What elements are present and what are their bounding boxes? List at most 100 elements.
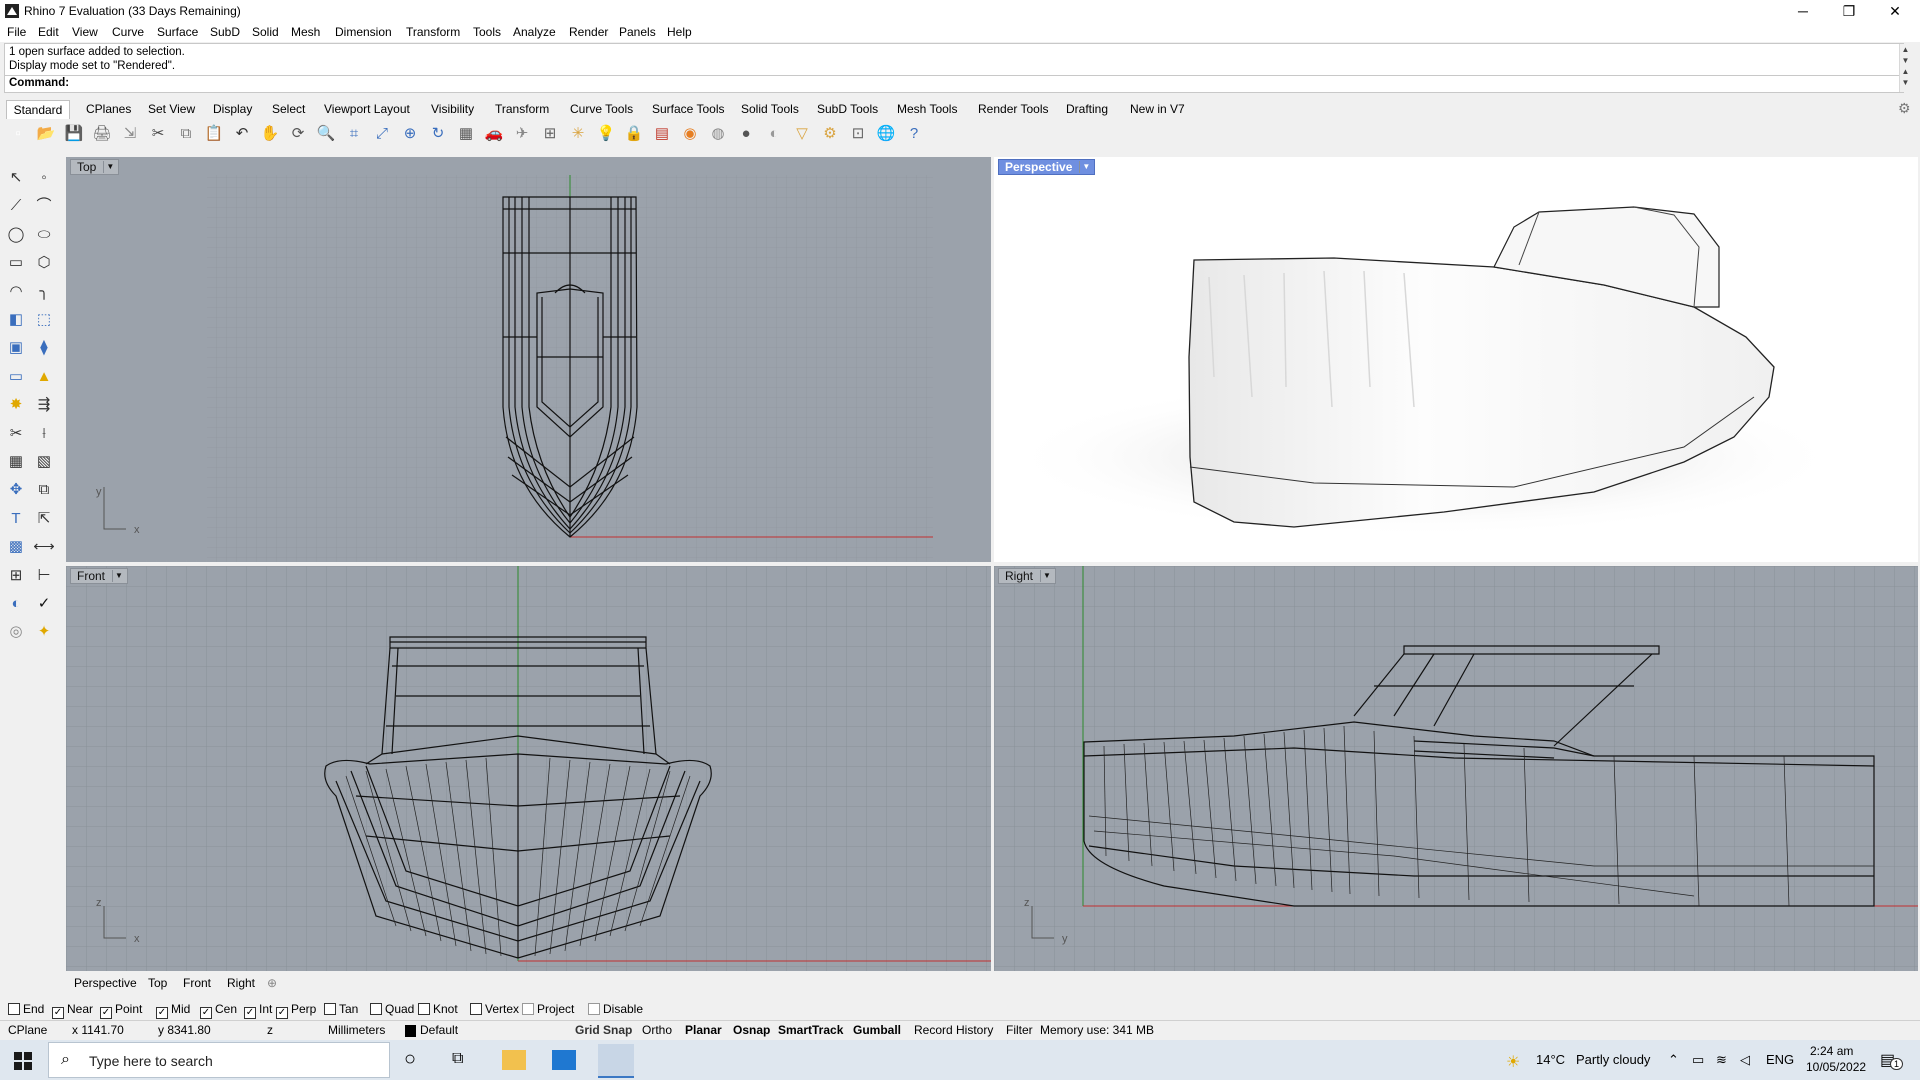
zoom-window-icon[interactable]: ⌗ <box>342 122 366 146</box>
minimize-button[interactable]: ─ <box>1780 0 1826 22</box>
tab-drafting[interactable]: Drafting <box>1066 101 1108 118</box>
zoom-extents-icon[interactable]: ⤢ <box>370 122 394 146</box>
osnap-tan[interactable]: Tan <box>324 1001 358 1017</box>
osnap-int[interactable]: ✓ Int <box>244 1001 272 1019</box>
command-scrollbar[interactable]: ▲ ▼ ▲ ▼ <box>1899 44 1911 92</box>
light-tool-icon[interactable]: ✦ <box>32 620 56 644</box>
weather-icon[interactable]: ☀ <box>1506 1052 1520 1072</box>
cut-icon[interactable]: ✂ <box>146 122 170 146</box>
osnap-checkbox[interactable] <box>370 1003 382 1015</box>
menu-render[interactable]: Render <box>569 23 608 41</box>
chevron-down-icon[interactable]: ▼ <box>112 570 125 582</box>
maximize-button[interactable]: ❐ <box>1826 0 1872 22</box>
tab-subd-tools[interactable]: SubD Tools <box>817 101 878 118</box>
print-icon[interactable]: 🖨 <box>90 122 114 146</box>
osnap-mid[interactable]: ✓ Mid <box>156 1001 190 1019</box>
windows-start-icon[interactable] <box>14 1052 32 1070</box>
ungroup-icon[interactable]: ▧ <box>32 450 56 474</box>
viewport-label-right[interactable]: Right ▼ <box>998 568 1057 584</box>
copy-icon[interactable]: ⧉ <box>174 122 198 146</box>
viewport-top[interactable]: y x Top ▼ <box>66 157 991 562</box>
menu-tools[interactable]: Tools <box>473 23 501 41</box>
tab-display[interactable]: Display <box>213 101 252 118</box>
toggle-osnap[interactable]: Osnap <box>733 1023 770 1037</box>
osnap-project[interactable]: Project <box>522 1001 574 1017</box>
toggle-ortho[interactable]: Ortho <box>642 1023 672 1037</box>
add-viewport-tab-icon[interactable]: ⊕ <box>267 976 277 990</box>
tab-cplanes[interactable]: CPlanes <box>86 101 131 118</box>
point-icon[interactable]: ◦ <box>32 166 56 190</box>
osnap-checkbox[interactable]: ✓ <box>276 1007 288 1019</box>
viewport-front[interactable]: z x Front ▼ <box>66 566 991 971</box>
osnap-end[interactable]: End <box>8 1001 44 1017</box>
scale-icon[interactable]: ⇱ <box>32 507 56 531</box>
toggle-grid-snap[interactable]: Grid Snap <box>575 1023 632 1037</box>
wifi-icon[interactable]: ≋ <box>1716 1052 1727 1068</box>
tab-surface-tools[interactable]: Surface Tools <box>652 101 725 118</box>
tab-transform[interactable]: Transform <box>495 101 549 118</box>
color-wheel-icon[interactable]: ◉ <box>678 122 702 146</box>
viewport-label-perspective[interactable]: Perspective ▼ <box>998 159 1096 175</box>
tab-viewport-layout[interactable]: Viewport Layout <box>324 101 410 118</box>
osnap-checkbox[interactable] <box>588 1003 600 1015</box>
taskbar-search-box[interactable]: ⌕ Type here to search <box>48 1042 390 1078</box>
pan-icon[interactable]: ✋ <box>258 122 282 146</box>
volume-icon[interactable]: ◁ <box>1740 1052 1750 1068</box>
menu-dimension[interactable]: Dimension <box>335 23 392 41</box>
osnap-disable[interactable]: Disable <box>588 1001 643 1017</box>
toggle-planar[interactable]: Planar <box>685 1023 722 1037</box>
osnap-checkbox[interactable] <box>8 1003 20 1015</box>
cplane-icon[interactable]: ⊞ <box>538 122 562 146</box>
toggle-smarttrack[interactable]: SmartTrack <box>778 1023 843 1037</box>
mirror-icon[interactable]: ⟷ <box>32 535 56 559</box>
clock-time[interactable]: 2:24 am <box>1810 1044 1853 1058</box>
tab-visibility[interactable]: Visibility <box>431 101 474 118</box>
lock-icon[interactable]: 🔒 <box>622 122 646 146</box>
menu-help[interactable]: Help <box>667 23 692 41</box>
osnap-vertex[interactable]: Vertex <box>470 1001 519 1017</box>
osnap-checkbox[interactable] <box>522 1003 534 1015</box>
trim-icon[interactable]: ✂ <box>4 422 28 446</box>
osnap-cen[interactable]: ✓ Cen <box>200 1001 237 1019</box>
rhino-taskbar-icon[interactable] <box>598 1044 634 1078</box>
tab-new-in-v7[interactable]: New in V7 <box>1130 101 1185 118</box>
copy-transform-icon[interactable]: ⧉ <box>32 478 56 502</box>
mesh-icon[interactable]: ⊡ <box>846 122 870 146</box>
split-icon[interactable]: ⟊ <box>32 422 56 446</box>
toggle-gumball[interactable]: Gumball <box>853 1023 901 1037</box>
render-icon[interactable]: ◎ <box>4 620 28 644</box>
viewport-tab-top[interactable]: Top <box>148 976 167 990</box>
viewport-perspective[interactable]: Perspective ▼ <box>994 157 1918 562</box>
osnap-checkbox[interactable]: ✓ <box>100 1007 112 1019</box>
tab-solid-tools[interactable]: Solid Tools <box>741 101 799 118</box>
osnap-checkbox[interactable]: ✓ <box>52 1007 64 1019</box>
join-icon[interactable]: ⇶ <box>32 393 56 417</box>
viewport-tab-perspective[interactable]: Perspective <box>74 976 137 990</box>
extrude-icon[interactable]: ▲ <box>32 365 56 389</box>
material-icon[interactable]: ◍ <box>706 122 730 146</box>
open-icon[interactable]: 📂 <box>34 122 58 146</box>
ellipse-icon[interactable]: ⬭ <box>32 223 56 247</box>
osnap-checkbox[interactable]: ✓ <box>244 1007 256 1019</box>
group-icon[interactable]: ▦ <box>4 450 28 474</box>
array-icon[interactable]: ▩ <box>4 535 28 559</box>
menu-panels[interactable]: Panels <box>619 23 656 41</box>
car-icon[interactable]: 🚗 <box>482 122 506 146</box>
osnap-checkbox[interactable] <box>324 1003 336 1015</box>
globe-icon[interactable]: 🌐 <box>874 122 898 146</box>
zoom-selected-icon[interactable]: ⊕ <box>398 122 422 146</box>
tab-curve-tools[interactable]: Curve Tools <box>570 101 633 118</box>
menu-curve[interactable]: Curve <box>112 23 144 41</box>
paste-icon[interactable]: 📋 <box>202 122 226 146</box>
toggle-filter[interactable]: Filter <box>1006 1023 1033 1037</box>
chevron-down-icon[interactable]: ▼ <box>1079 161 1092 173</box>
chevron-down-icon[interactable]: ▼ <box>1040 570 1053 582</box>
menu-surface[interactable]: Surface <box>157 23 198 41</box>
osnap-point[interactable]: ✓ Point <box>100 1001 142 1019</box>
new-icon[interactable]: ▫ <box>6 122 30 146</box>
layer-icon[interactable]: ▤ <box>650 122 674 146</box>
menu-transform[interactable]: Transform <box>406 23 460 41</box>
menu-file[interactable]: File <box>7 23 26 41</box>
import-icon[interactable]: ⇲ <box>118 122 142 146</box>
check-icon[interactable]: ✓ <box>32 592 56 616</box>
